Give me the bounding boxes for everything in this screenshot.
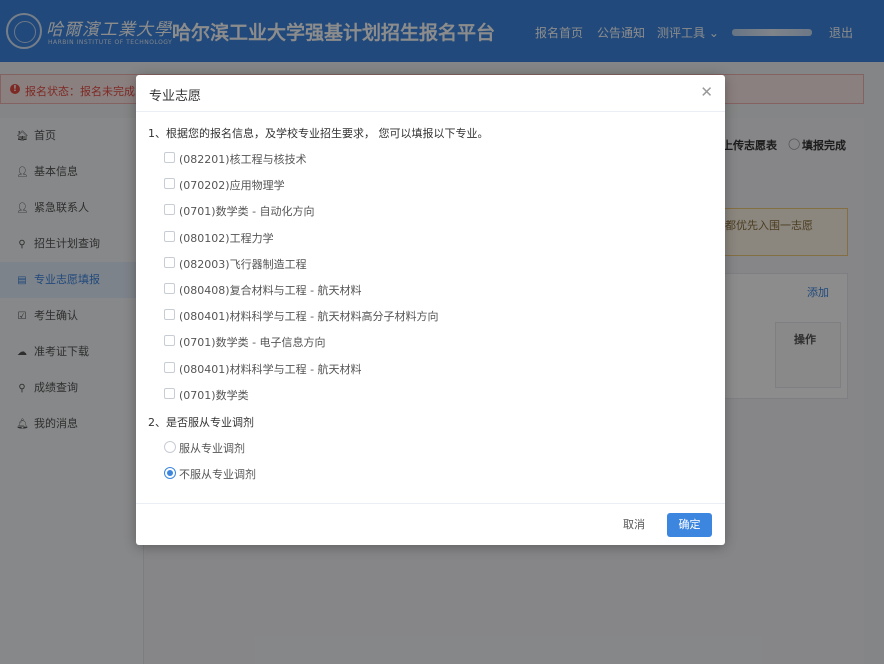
major-option-label: (080408)复合材料与工程 - 航天材料 — [179, 284, 362, 297]
question-2: 2、是否服从专业调剂 — [148, 416, 254, 429]
checkbox[interactable] — [164, 309, 175, 321]
major-option-label: (082003)飞行器制造工程 — [179, 257, 307, 271]
question-1: 1、根据您的报名信息，及学校专业招生要求， 您可以填报以下专业。 — [148, 127, 489, 140]
checkbox[interactable] — [164, 361, 175, 373]
dialog-header: 专业志愿 ✕ — [136, 75, 725, 112]
cancel-button[interactable]: 取消 — [612, 513, 656, 537]
checkbox[interactable] — [164, 256, 175, 268]
radio-button[interactable] — [164, 467, 176, 479]
radio-button[interactable] — [164, 441, 176, 453]
adjust-option-label: 服从专业调剂 — [179, 442, 245, 455]
checkbox[interactable] — [164, 178, 175, 190]
dialog-title: 专业志愿 — [149, 89, 202, 104]
major-option-label: (0701)数学类 — [179, 388, 249, 402]
checkbox[interactable] — [164, 230, 175, 242]
close-icon[interactable]: ✕ — [700, 83, 713, 101]
major-option-label: (080401)材料科学与工程 - 航天材料 — [179, 362, 362, 376]
checkbox[interactable] — [164, 335, 175, 347]
confirm-button[interactable]: 确定 — [667, 513, 712, 537]
major-option-label: (082201)核工程与核技术 — [179, 153, 307, 166]
major-option-label: (080102)工程力学 — [179, 231, 274, 245]
dialog-footer-divider — [136, 503, 725, 504]
checkbox[interactable] — [164, 204, 175, 216]
checkbox[interactable] — [164, 387, 175, 399]
major-option-label: (080401)材料科学与工程 - 航天材料高分子材料方向 — [179, 310, 439, 324]
checkbox[interactable] — [164, 283, 175, 294]
adjust-option-label: 不服从专业调剂 — [179, 468, 256, 481]
checkbox[interactable] — [164, 152, 175, 163]
major-preference-dialog: 专业志愿 ✕ 1、根据您的报名信息，及学校专业招生要求， 您可以填报以下专业。 … — [136, 75, 725, 545]
major-option-label: (0701)数学类 - 电子信息方向 — [179, 336, 326, 350]
major-option-label: (0701)数学类 - 自动化方向 — [179, 205, 315, 219]
major-option-label: (070202)应用物理学 — [179, 179, 285, 193]
